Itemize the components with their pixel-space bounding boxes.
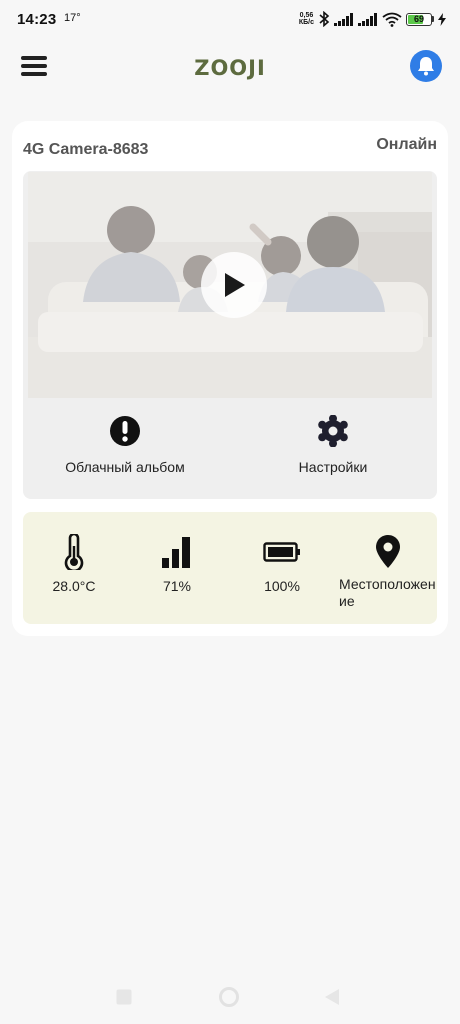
camera-card: 4G Camera-8683 Онлайн Облачный альбом На… xyxy=(12,121,448,636)
video-preview[interactable] xyxy=(28,172,432,398)
stat-location[interactable]: Местоположен ие xyxy=(339,534,443,610)
thermometer-icon xyxy=(64,534,84,570)
stat-battery: 100% xyxy=(252,534,312,594)
home-button[interactable] xyxy=(218,986,240,1013)
app-header: ZOOJI xyxy=(0,44,460,90)
back-button[interactable] xyxy=(323,987,341,1012)
camera-status: Онлайн xyxy=(376,136,437,153)
settings-button[interactable]: Настройки xyxy=(253,415,413,475)
status-temperature: 17° xyxy=(64,12,81,24)
stat-temperature: 28.0°C xyxy=(41,534,107,594)
signal-icon-2 xyxy=(358,12,378,26)
gear-icon xyxy=(318,415,348,447)
status-bar: 14:23 17° 0,56 КБ/с 69 xyxy=(0,0,460,36)
network-speed-unit: КБ/с xyxy=(298,19,314,26)
stat-signal: 71% xyxy=(147,534,207,594)
network-speed: 0,56 КБ/с xyxy=(299,12,314,26)
camera-name: 4G Camera-8683 xyxy=(23,141,149,158)
charging-icon xyxy=(438,12,446,26)
status-icons: 0,56 КБ/с 69 xyxy=(299,10,446,28)
settings-label: Настройки xyxy=(298,459,368,475)
recent-apps-button[interactable] xyxy=(115,988,133,1011)
stat-signal-value: 71% xyxy=(162,578,192,594)
back-triangle-icon xyxy=(325,989,339,1005)
notifications-button[interactable] xyxy=(410,50,442,82)
location-pin-icon xyxy=(376,535,400,568)
circle-icon xyxy=(219,987,239,1007)
play-icon xyxy=(225,273,245,297)
battery-status-outline: 69 xyxy=(406,12,432,26)
battery-status-nub xyxy=(432,16,434,22)
signal-bars-icon xyxy=(162,537,190,568)
signal-icon xyxy=(334,12,354,26)
status-time: 14:23 xyxy=(17,11,57,28)
bluetooth-icon xyxy=(318,11,330,27)
cloud-album-label: Облачный альбом xyxy=(65,459,185,475)
wifi-icon xyxy=(382,12,402,27)
system-nav-bar xyxy=(0,975,460,1024)
network-speed-value: 0,56 xyxy=(299,12,314,19)
battery-icon xyxy=(263,542,300,562)
battery-status: 69 xyxy=(406,12,434,26)
stat-temperature-value: 28.0°C xyxy=(52,578,96,594)
alert-circle-icon xyxy=(110,416,140,446)
bell-icon xyxy=(418,57,434,76)
device-stats: 28.0°C 71% 100% Местоположен ие xyxy=(23,512,437,624)
square-icon xyxy=(116,989,132,1005)
stat-location-label: Местоположен ие xyxy=(339,576,436,609)
battery-status-level: 69 xyxy=(413,13,424,24)
camera-panel: Облачный альбом Настройки xyxy=(23,171,437,499)
play-button[interactable] xyxy=(201,252,267,318)
app-logo: ZOOJI xyxy=(194,56,266,80)
cloud-album-button[interactable]: Облачный альбом xyxy=(45,415,205,475)
stat-battery-value: 100% xyxy=(264,578,300,594)
